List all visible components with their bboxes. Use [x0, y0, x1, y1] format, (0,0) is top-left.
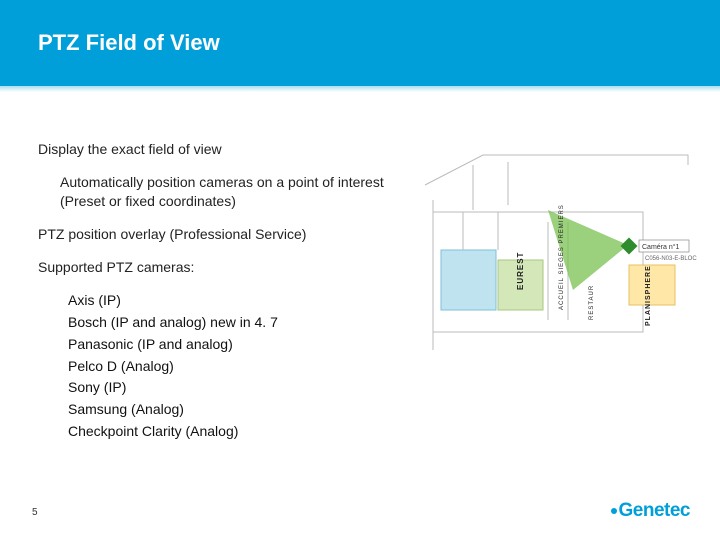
slide: PTZ Field of View Display the exact fiel…: [0, 0, 720, 540]
map-label-eurest: EUREST: [516, 252, 525, 290]
camera-list: Axis (IP) Bosch (IP and analog) new in 4…: [38, 290, 418, 442]
slide-title: PTZ Field of View: [38, 30, 220, 56]
body-text: Display the exact field of view Automati…: [38, 140, 418, 442]
map-label-restaur: RESTAUR: [589, 285, 595, 320]
camera-item: Bosch (IP and analog) new in 4. 7: [38, 312, 418, 334]
map-label-accueil: ACCUEIL SIEGES PREMIERS: [559, 204, 565, 310]
camera-item: Samsung (Analog): [38, 399, 418, 421]
hero-shadow: [0, 86, 720, 92]
camera-item: Pelco D (Analog): [38, 356, 418, 378]
brand-name: Genetec: [619, 500, 690, 521]
camera-item: Panasonic (IP and analog): [38, 334, 418, 356]
bullet-overlay: PTZ position overlay (Professional Servi…: [38, 225, 418, 244]
bullet-supported: Supported PTZ cameras:: [38, 258, 418, 277]
floor-plan-illustration: Caméra n°1 C056-N03-E-BLOC E1 EUREST ACC…: [423, 150, 698, 355]
brand-logo: Genetec: [611, 500, 690, 522]
camera-tag: Caméra n°1: [642, 243, 680, 251]
page-number: 5: [32, 507, 38, 518]
camera-item: Checkpoint Clarity (Analog): [38, 421, 418, 443]
bullet-fov: Display the exact field of view: [38, 140, 418, 159]
camera-code: C056-N03-E-BLOC E1: [645, 256, 698, 262]
bullet-autoposition: Automatically position cameras on a poin…: [38, 173, 418, 211]
logo-dot-icon: [611, 508, 617, 514]
map-label-planisphere: PLANISPHERE: [645, 265, 652, 326]
camera-item: Sony (IP): [38, 377, 418, 399]
camera-item: Axis (IP): [38, 290, 418, 312]
